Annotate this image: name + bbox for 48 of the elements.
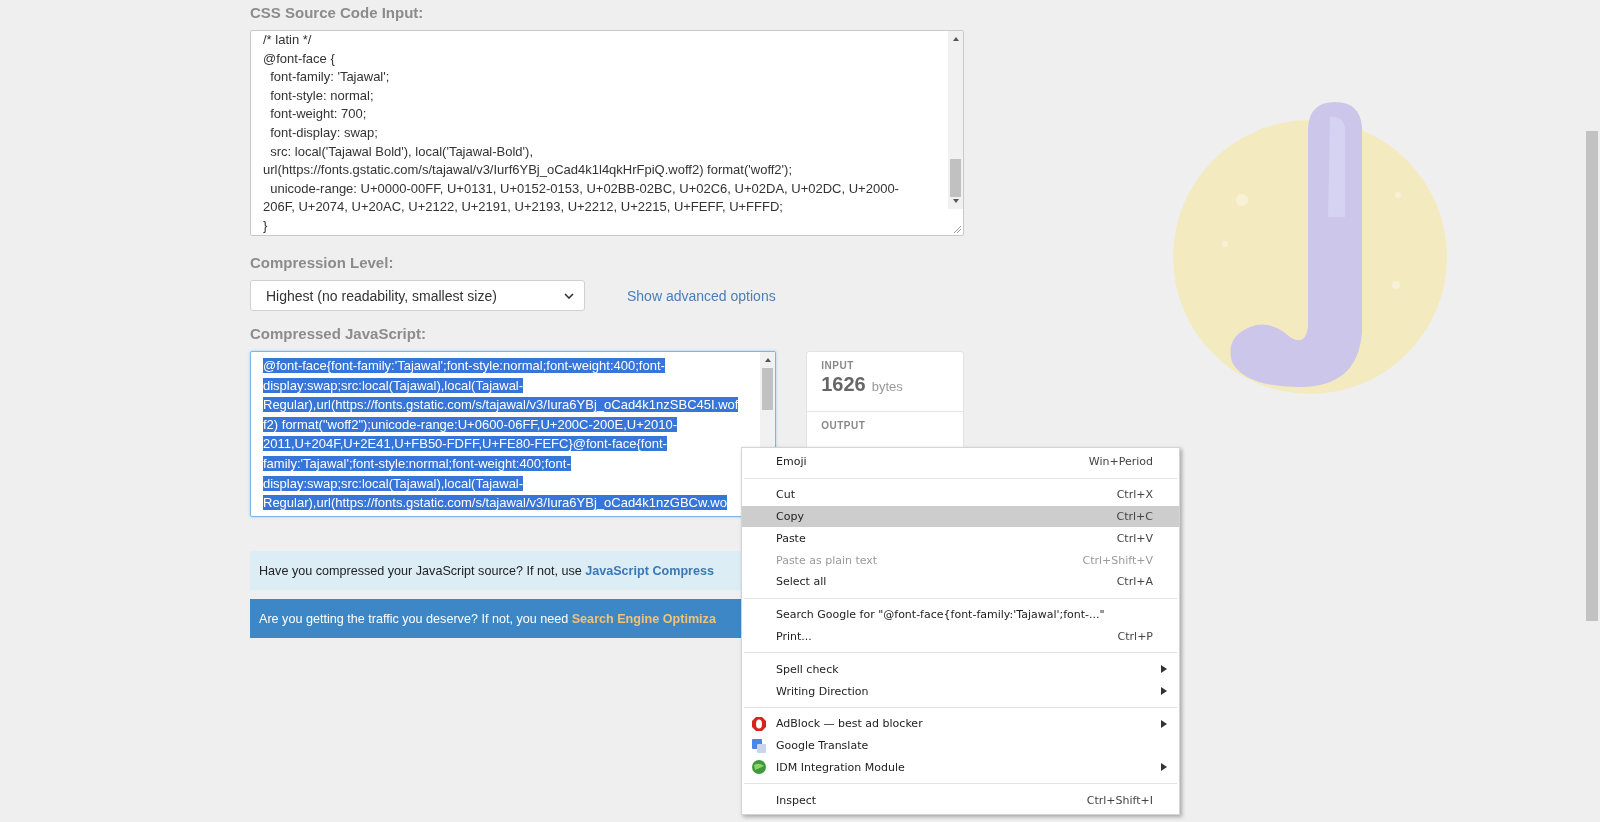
globe-icon — [751, 759, 767, 776]
code-line: font-style: normal; — [269, 86, 375, 105]
section-label: Compression Level: — [250, 254, 395, 272]
code-line: font-display: swap; — [269, 123, 379, 142]
css-input-field[interactable] — [250, 30, 964, 236]
code-line: /* latin */ — [263, 31, 313, 49]
section-label: Compressed JavaScript: — [250, 325, 427, 343]
menu-item[interactable]: Emoji Win+Period — [742, 451, 1179, 473]
scroll-up-icon[interactable] — [951, 35, 960, 43]
menu-item[interactable]: AdBlock — best ad blocker — [742, 712, 1179, 735]
code-line: @font-face { — [263, 49, 336, 68]
menu-item[interactable]: Print... Ctrl+P — [742, 625, 1179, 648]
stat-unit: bytes — [871, 379, 903, 394]
code-line: url(https://fonts.gstatic.com/s/tajawal/v3/Iurf6YBj_oCad4k1l4qkHrFpiQ.woff2) format('woff2'); — [263, 161, 794, 180]
stat-label: INPUT — [821, 360, 855, 371]
banner-text: Are you getting the traffic you deserve? If not, you need Search Engine Optimiza — [259, 611, 716, 626]
code-line: src: local('Tajawal Bold'), local('Tajawal-Bold'), — [269, 142, 535, 161]
code-line: font-weight: 700; — [269, 105, 368, 124]
resize-grip-icon[interactable] — [952, 224, 962, 234]
code-line: font-family: 'Tajawal'; — [269, 68, 391, 87]
banner-text: Have you compressed your JavaScript source? If not, use JavaScript Compress — [259, 563, 714, 578]
menu-item[interactable]: Inspect Ctrl+Shift+I — [742, 789, 1179, 812]
translate-icon — [751, 737, 767, 754]
menu-item[interactable]: Writing Direction — [742, 680, 1179, 702]
menu-item[interactable]: Google Translate — [742, 734, 1179, 757]
chevron-down-icon — [564, 292, 574, 299]
code-line: unicode-range: U+0000-00FF, U+0131, U+0152-0153, U+02BB-02BC, U+02C6, U+02DA, U+02DC, U+2000- — [269, 179, 900, 198]
banner-link[interactable]: JavaScript Compress — [585, 563, 714, 578]
menu-item[interactable]: Copy Ctrl+C — [742, 505, 1179, 528]
stat-value: 1626 — [821, 373, 866, 395]
code-line: 206F, U+2074, U+20AC, U+2122, U+2191, U+2193, U+2212, U+2215, U+FEFF, U+FFFD; — [263, 198, 784, 217]
menu-item[interactable]: Cut Ctrl+X — [742, 483, 1179, 506]
scrollbar[interactable] — [948, 31, 963, 209]
scrollbar-thumb[interactable] — [762, 368, 774, 410]
menu-item[interactable]: Search Google for "@font-face{font-family:'Tajawal';font-..." — [742, 603, 1179, 626]
code-line: } — [263, 216, 269, 235]
stat-label: OUTPUT — [821, 420, 867, 431]
octagon-icon — [751, 715, 767, 732]
menu-item[interactable]: Spell check — [742, 658, 1179, 681]
compression-select[interactable]: Highest (no readability, smallest size) — [250, 280, 585, 311]
section-label: CSS Source Code Input: — [250, 4, 425, 22]
menu-item[interactable]: Select all Ctrl+A — [742, 571, 1179, 593]
menu-item[interactable]: IDM Integration Module — [742, 756, 1179, 779]
scroll-up-icon[interactable] — [763, 356, 772, 364]
scrollbar-thumb[interactable] — [950, 159, 961, 197]
advanced-options-link[interactable]: Show advanced options — [627, 287, 776, 304]
output-field[interactable] — [250, 351, 777, 517]
menu-item[interactable]: Paste Ctrl+V — [742, 527, 1179, 550]
